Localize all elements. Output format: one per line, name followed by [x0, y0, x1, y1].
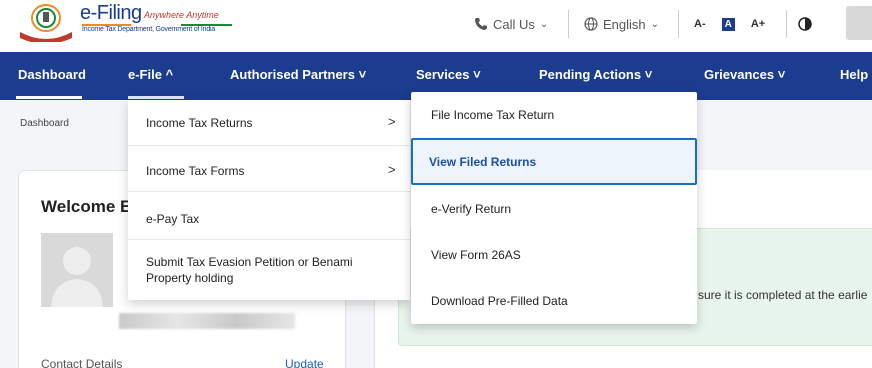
user-avatar[interactable] [846, 6, 872, 40]
blurred-pan-number [119, 313, 295, 329]
efile-dropdown-menu: Income Tax Returns > Income Tax Forms > … [128, 100, 410, 300]
logo-title[interactable]: e-Filing [80, 2, 142, 25]
phone-icon [475, 18, 487, 30]
divider [678, 10, 679, 38]
active-tab-indicator [16, 96, 82, 99]
chevron-down-icon: ⌄ [539, 18, 549, 30]
chevron-down-icon: ⌄ [650, 18, 660, 30]
nav-services[interactable]: Services ˅ [416, 67, 481, 82]
font-increase-button[interactable]: A+ [751, 18, 765, 30]
language-selector[interactable]: English ⌄ [584, 12, 659, 36]
call-us-button[interactable]: Call Us ⌄ [474, 12, 548, 36]
call-us-label: Call Us [493, 16, 535, 32]
submenu-item-download-pre-filled-data[interactable]: Download Pre-Filled Data [411, 278, 697, 324]
welcome-title: Welcome E [41, 197, 132, 216]
submenu-item-view-filed-returns[interactable]: View Filed Returns [411, 138, 697, 185]
chevron-right-icon: > [388, 162, 396, 177]
submenu-item-e-verify-return[interactable]: e-Verify Return [411, 186, 697, 232]
menu-item-tax-evasion-petition[interactable]: Submit Tax Evasion Petition or Benami Pr… [128, 242, 410, 300]
user-silhouette-icon [51, 247, 103, 307]
logo-tagline: Anywhere Anytime [144, 10, 219, 20]
submenu-item-label: View Filed Returns [429, 155, 537, 169]
menu-item-label: Income Tax Returns [146, 116, 253, 130]
divider [786, 10, 787, 38]
menu-item-label: Submit Tax Evasion Petition or Benami Pr… [146, 255, 353, 285]
globe-icon [584, 17, 598, 31]
update-contact-link[interactable]: Update [285, 357, 324, 368]
menu-item-income-tax-forms[interactable]: Income Tax Forms > [128, 146, 410, 192]
submenu-item-label: e-Verify Return [431, 202, 512, 216]
submenu-item-label: File Income Tax Return [431, 108, 555, 122]
info-banner-text: sure it is completed at the earlie [698, 288, 868, 302]
language-label: English [603, 16, 646, 32]
nav-dashboard[interactable]: Dashboard [18, 67, 86, 82]
chevron-right-icon: > [388, 114, 396, 129]
emblem-logo-icon [20, 4, 72, 42]
breadcrumb[interactable]: Dashboard [20, 118, 69, 129]
submenu-item-view-form-26as[interactable]: View Form 26AS [411, 232, 697, 278]
nav-grievances[interactable]: Grievances ˅ [704, 67, 785, 82]
menu-item-label: e-Pay Tax [146, 212, 200, 226]
divider [568, 10, 569, 38]
nav-authorised-partners[interactable]: Authorised Partners ˅ [230, 67, 366, 82]
submenu-item-label: Download Pre-Filled Data [431, 294, 568, 308]
menu-item-income-tax-returns[interactable]: Income Tax Returns > [128, 100, 410, 146]
submenu-item-label: View Form 26AS [431, 248, 521, 262]
contrast-icon [798, 17, 812, 31]
profile-picture [41, 233, 113, 307]
contact-details-label: Contact Details [41, 357, 123, 368]
nav-pending-actions[interactable]: Pending Actions ˅ [539, 67, 652, 82]
contrast-toggle[interactable] [798, 12, 812, 36]
logo-subtitle: Income Tax Department, Government of Ind… [82, 26, 216, 33]
font-decrease-button[interactable]: A- [694, 18, 706, 30]
income-tax-returns-submenu: File Income Tax Return View Filed Return… [411, 92, 697, 324]
font-normal-button[interactable]: A [721, 17, 735, 31]
submenu-item-file-income-tax-return[interactable]: File Income Tax Return [411, 92, 697, 138]
top-header: e-Filing Anywhere Anytime Income Tax Dep… [0, 0, 872, 52]
nav-help[interactable]: Help [840, 67, 868, 82]
menu-item-e-pay-tax[interactable]: e-Pay Tax [128, 194, 410, 240]
open-menu-indicator [128, 96, 184, 99]
font-size-controls: A- A A+ [694, 12, 781, 36]
nav-efile[interactable]: e-File ^ [128, 67, 173, 82]
menu-item-label: Income Tax Forms [146, 164, 245, 178]
